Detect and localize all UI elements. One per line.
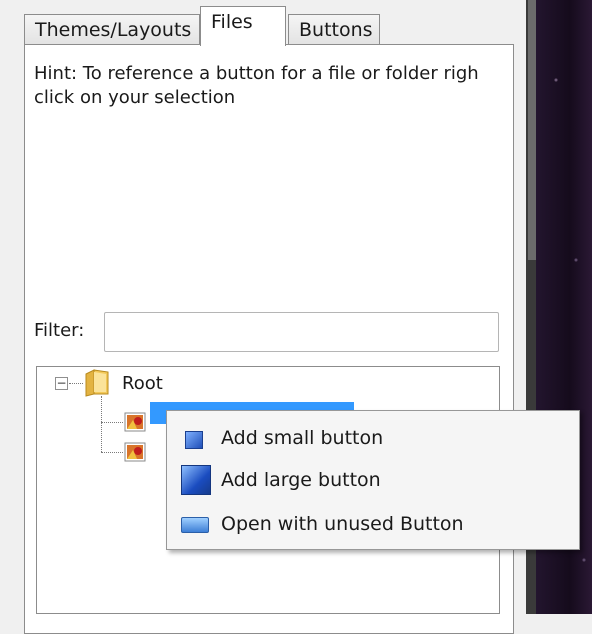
menu-item-label: Add small button (221, 427, 384, 449)
filter-input[interactable] (104, 312, 499, 352)
large-button-icon (181, 465, 211, 495)
tree-root-label[interactable]: Root (122, 373, 163, 394)
hint-text: Hint: To reference a button for a file o… (34, 62, 514, 110)
tab-themes-layouts[interactable]: Themes/Layouts (24, 14, 200, 44)
menu-item-label: Open with unused Button (221, 513, 464, 535)
tree-connector (101, 452, 123, 453)
tab-files[interactable]: Files (200, 6, 286, 46)
image-file-icon[interactable] (124, 412, 146, 432)
filter-label: Filter: (34, 320, 85, 341)
tree-connector (69, 383, 83, 384)
context-menu: Add small button Add large button Open w… (166, 410, 580, 550)
menu-item-add-small-button[interactable]: Add small button (167, 417, 579, 459)
hint-line-1: Hint: To reference a button for a file o… (34, 63, 479, 84)
menu-item-label: Add large button (221, 469, 381, 491)
collapse-icon[interactable]: − (55, 377, 68, 390)
menu-item-add-large-button[interactable]: Add large button (167, 459, 579, 501)
image-file-icon[interactable] (124, 442, 146, 462)
tree-connector (101, 422, 123, 423)
small-button-icon (185, 431, 203, 449)
open-button-icon (181, 517, 209, 533)
menu-item-open-with-unused-button[interactable]: Open with unused Button (167, 503, 579, 545)
hint-line-2: click on your selection (34, 87, 236, 108)
scrollbar-thumb[interactable] (528, 0, 536, 260)
tab-buttons[interactable]: Buttons (288, 14, 380, 44)
folder-icon (85, 369, 109, 397)
tree-connector (101, 396, 102, 452)
